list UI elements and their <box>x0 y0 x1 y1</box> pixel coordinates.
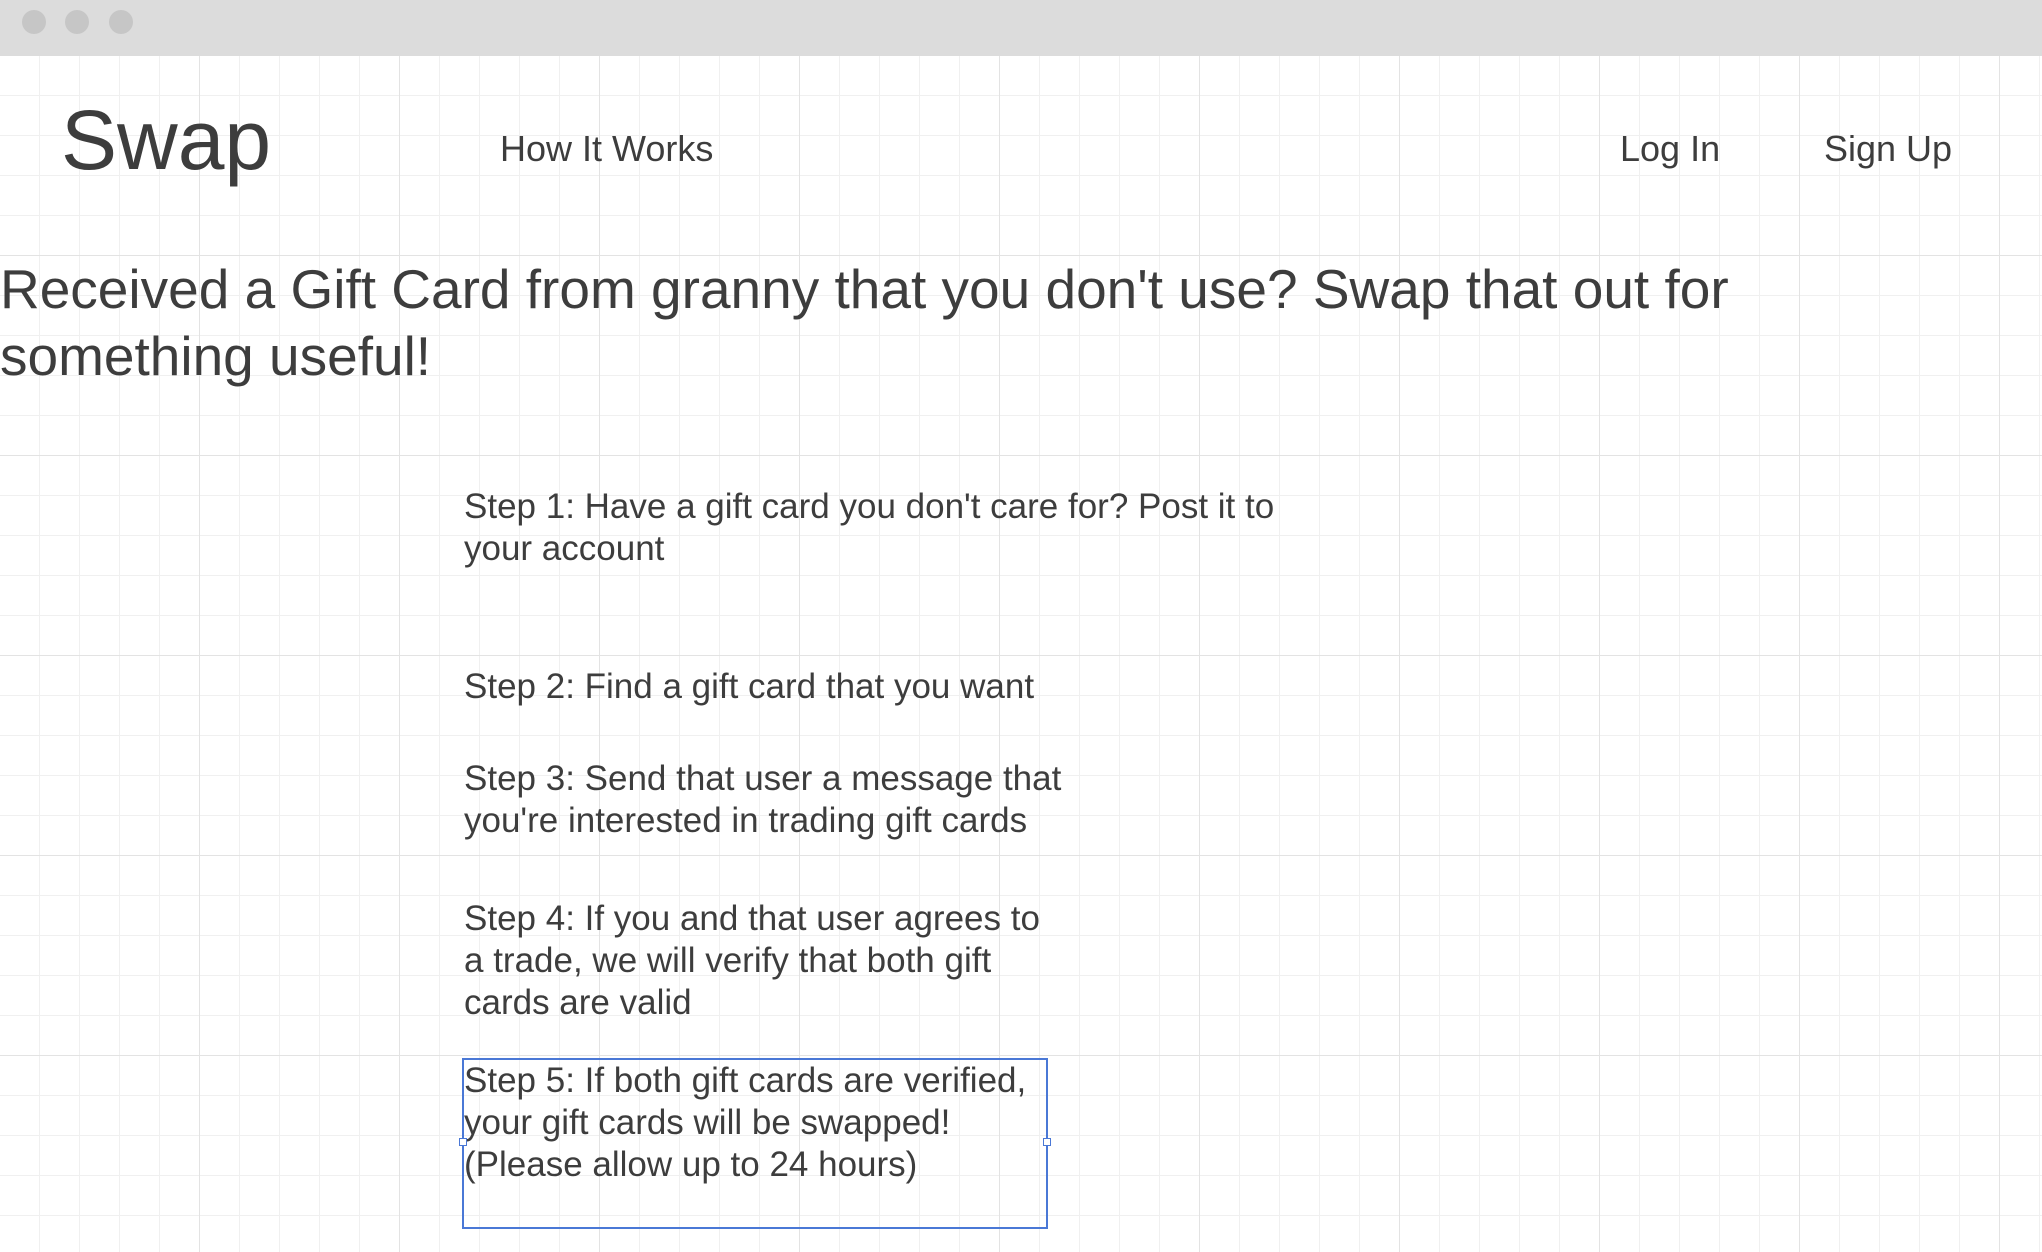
site-logo[interactable]: Swap <box>61 92 271 188</box>
nav-how-it-works-link[interactable]: How It Works <box>500 126 713 172</box>
step-5-text: Step 5: If both gift cards are verified,… <box>464 1061 1027 1184</box>
step-3-text: Step 3: Send that user a message that yo… <box>464 759 1062 840</box>
step-1-text: Step 1: Have a gift card you don't care … <box>464 487 1275 568</box>
wireframe-canvas: Swap How It Works Log In Sign Up Receive… <box>0 0 2042 1252</box>
close-window-dot-icon[interactable] <box>22 10 46 34</box>
minimize-window-dot-icon[interactable] <box>65 10 89 34</box>
resize-handle-left-icon[interactable] <box>459 1138 467 1146</box>
window-titlebar <box>0 0 2042 56</box>
step-4-text: Step 4: If you and that user agrees to a… <box>464 899 1040 1022</box>
nav-sign-up-link[interactable]: Sign Up <box>1824 126 1952 172</box>
hero-headline: Received a Gift Card from granny that yo… <box>0 258 1729 387</box>
nav-log-in-link[interactable]: Log In <box>1620 126 1720 172</box>
step-2-text: Step 2: Find a gift card that you want <box>464 667 1035 706</box>
step-5-selected-textbox[interactable]: Step 5: If both gift cards are verified,… <box>459 1058 1051 1229</box>
maximize-window-dot-icon[interactable] <box>109 10 133 34</box>
resize-handle-right-icon[interactable] <box>1043 1138 1051 1146</box>
